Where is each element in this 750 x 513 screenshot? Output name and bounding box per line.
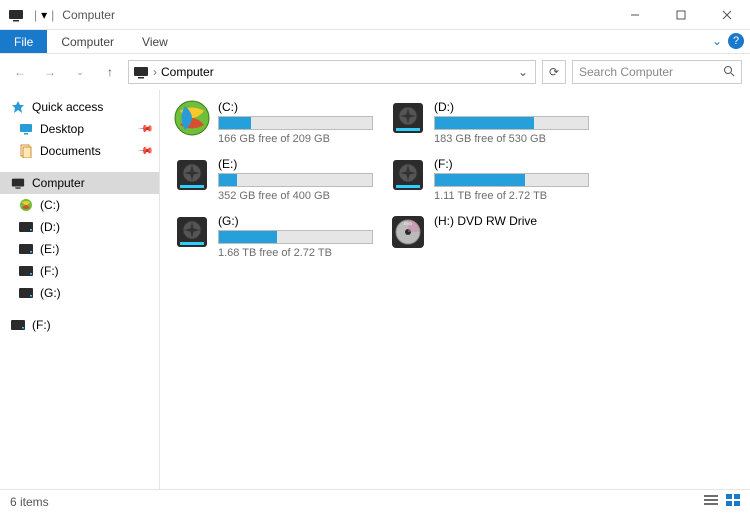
capacity-bar [434,116,589,130]
sidebar-item-label: (C:) [40,198,60,212]
drive-item[interactable]: (C:) 166 GB free of 209 GB [174,100,374,145]
breadcrumb-sep: › [153,65,157,79]
computer-icon [10,175,26,191]
close-button[interactable] [704,0,750,30]
drive-label: (C:) [218,100,374,114]
search-placeholder: Search Computer [579,65,723,79]
drive-item[interactable]: (F:) 1.11 TB free of 2.72 TB [390,157,590,202]
drive-label: (H:) DVD RW Drive [434,214,590,228]
drive-icon [18,219,34,235]
drive-label: (E:) [218,157,374,171]
sidebar-drive-c[interactable]: (C:) [0,194,159,216]
ribbon: File Computer View ⌄ ? [0,30,750,54]
sidebar-quick-access[interactable]: Quick access [0,96,159,118]
drive-item[interactable]: (E:) 352 GB free of 400 GB [174,157,374,202]
drive-grid: (C:) 166 GB free of 209 GB (D:) 183 GB free… [174,100,736,259]
drive-icon [18,285,34,301]
qat-separator-2: | [51,8,54,22]
breadcrumb-computer[interactable]: Computer [161,65,214,79]
sidebar-item-documents[interactable]: Documents 📌 [0,140,159,162]
capacity-bar [434,173,589,187]
drive-item[interactable]: (D:) 183 GB free of 530 GB [390,100,590,145]
sidebar-item-label: (E:) [40,242,59,256]
recent-dropdown[interactable]: ⌄ [68,60,92,84]
sidebar-item-label: Documents [40,144,101,158]
pin-icon: 📌 [136,121,153,138]
capacity-bar [218,116,373,130]
search-box[interactable]: Search Computer [572,60,742,84]
drive-free-text: 166 GB free of 209 GB [218,133,374,145]
drive-icon [10,317,26,333]
dvd-icon: DVD [390,214,426,250]
sidebar-drive-f-extra[interactable]: (F:) [0,314,159,336]
sidebar-drive-g[interactable]: (G:) [0,282,159,304]
status-text: 6 items [10,495,49,509]
nav-bar: ← → ⌄ ↑ › Computer ⌄ ⟳ Search Computer [0,54,750,90]
tab-file[interactable]: File [0,30,47,53]
drive-icon [18,263,34,279]
sidebar-item-label: (G:) [40,286,61,300]
star-icon [10,99,26,115]
capacity-bar [218,230,373,244]
drive-free-text: 352 GB free of 400 GB [218,190,374,202]
documents-icon [18,143,34,159]
back-button[interactable]: ← [8,60,32,84]
help-button[interactable]: ? [728,33,744,49]
main-pane: (C:) 166 GB free of 209 GB (D:) 183 GB free… [160,90,750,489]
hdd-icon [174,214,210,250]
drive-label: (F:) [434,157,590,171]
sidebar-item-label: (F:) [40,264,59,278]
minimize-button[interactable] [612,0,658,30]
drive-free-text: 1.68 TB free of 2.72 TB [218,247,374,259]
svg-text:DVD: DVD [404,221,413,226]
hdd-icon [174,157,210,193]
sidebar-computer[interactable]: Computer [0,172,159,194]
drive-item[interactable]: (G:) 1.68 TB free of 2.72 TB [174,214,374,259]
sidebar-drive-d[interactable]: (D:) [0,216,159,238]
drive-free-text: 183 GB free of 530 GB [434,133,590,145]
sidebar-item-label: Quick access [32,100,103,114]
view-details-button[interactable] [704,494,718,509]
window-controls [612,0,750,30]
refresh-button[interactable]: ⟳ [542,60,566,84]
view-large-icons-button[interactable] [726,494,740,509]
sidebar-drive-f[interactable]: (F:) [0,260,159,282]
hdd-icon [390,100,426,136]
qat-separator: | [34,8,37,22]
forward-button[interactable]: → [38,60,62,84]
hdd-icon [390,157,426,193]
maximize-button[interactable] [658,0,704,30]
drive-item[interactable]: DVD (H:) DVD RW Drive [390,214,590,259]
sidebar-item-label: (D:) [40,220,60,234]
status-bar: 6 items [0,489,750,513]
sidebar-item-label: Desktop [40,122,84,136]
app-icon [8,7,24,23]
address-bar[interactable]: › Computer ⌄ [128,60,536,84]
pin-icon: 📌 [136,143,153,160]
sidebar-item-desktop[interactable]: Desktop 📌 [0,118,159,140]
window-title: Computer [62,8,115,22]
drive-label: (G:) [218,214,374,228]
up-button[interactable]: ↑ [98,60,122,84]
computer-icon [133,64,149,80]
sidebar-item-label: (F:) [32,318,51,332]
address-dropdown[interactable]: ⌄ [515,65,531,79]
qat-dropdown[interactable]: ▾ [41,8,47,22]
drive-label: (D:) [434,100,590,114]
tab-computer[interactable]: Computer [47,30,128,53]
ribbon-collapse-icon[interactable]: ⌄ [712,34,722,48]
sidebar-drive-e[interactable]: (E:) [0,238,159,260]
drive-free-text: 1.11 TB free of 2.72 TB [434,190,590,202]
sidebar: Quick access Desktop 📌 Documents 📌 Compu… [0,90,160,489]
sidebar-item-label: Computer [32,176,85,190]
windows-orb-icon [174,100,210,136]
capacity-bar [218,173,373,187]
windows-orb-icon [18,197,34,213]
search-icon [723,65,735,80]
desktop-icon [18,121,34,137]
tab-view[interactable]: View [128,30,182,53]
title-bar: | ▾ | Computer [0,0,750,30]
content-area: Quick access Desktop 📌 Documents 📌 Compu… [0,90,750,489]
drive-icon [18,241,34,257]
